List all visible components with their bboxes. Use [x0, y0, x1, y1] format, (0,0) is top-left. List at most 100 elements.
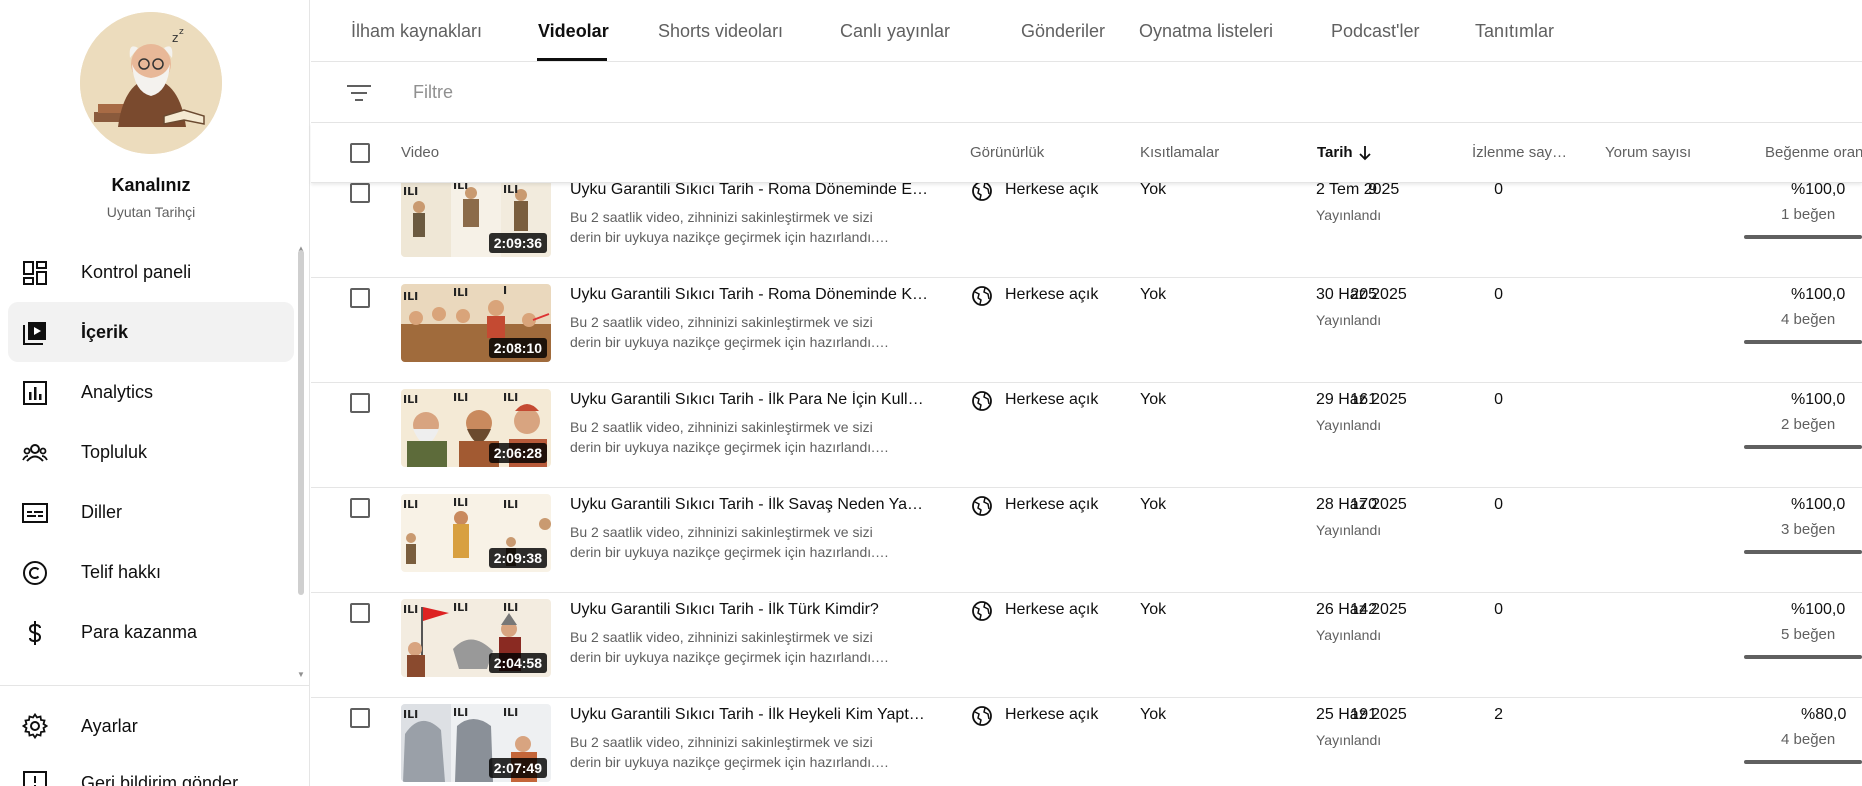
video-description: Bu 2 saatlik video, zihninizi sakinleşti…	[570, 522, 925, 562]
filter-icon[interactable]	[347, 82, 371, 104]
video-thumbnail[interactable]: ILI ILI ILI 2:09:36	[401, 183, 551, 257]
restrictions-value: Yok	[1140, 496, 1167, 513]
sidebar-item-monetization[interactable]: Para kazanma	[8, 602, 294, 662]
sidebar-scroll-down-icon[interactable]: ▼	[297, 670, 305, 679]
visibility-value[interactable]: Herkese açık	[1005, 496, 1098, 514]
feedback-label: Geri bildirim gönder	[81, 772, 239, 786]
video-title[interactable]: Uyku Garantili Sıkıcı Tarih - İlk Heykel…	[570, 706, 932, 724]
sidebar-item-community[interactable]: Topluluk	[8, 422, 294, 482]
sidebar-nav: Kontrol paneli İçerik Analytics Topluluk…	[0, 242, 302, 682]
like-count-value: 2 beğen	[1781, 416, 1836, 433]
tab-shorts[interactable]: Shorts videoları	[658, 21, 783, 42]
video-duration: 2:08:10	[488, 338, 547, 358]
row-checkbox[interactable]	[350, 183, 370, 203]
community-icon	[22, 444, 48, 462]
row-checkbox[interactable]	[350, 393, 370, 413]
visibility-value[interactable]: Herkese açık	[1005, 601, 1098, 619]
tab-podcasts[interactable]: Podcast'ler	[1331, 21, 1419, 42]
svg-text:ILI: ILI	[403, 393, 418, 406]
tab-playlists[interactable]: Oynatma listeleri	[1139, 21, 1273, 42]
sidebar-item-label: Kontrol paneli	[81, 261, 192, 282]
column-views[interactable]: İzlenme say…	[1472, 144, 1567, 161]
row-checkbox[interactable]	[350, 498, 370, 518]
like-ratio-value: %100,0	[1791, 286, 1846, 303]
video-title[interactable]: Uyku Garantili Sıkıcı Tarih - Roma Dönem…	[570, 183, 932, 199]
row-checkbox[interactable]	[350, 603, 370, 623]
video-description: Bu 2 saatlik video, zihninizi sakinleşti…	[570, 732, 925, 772]
column-date[interactable]: Tarih	[1317, 144, 1353, 161]
sidebar-item-languages[interactable]: Diller	[8, 482, 294, 542]
like-ratio-bar	[1744, 340, 1862, 344]
svg-text:ILI: ILI	[453, 183, 468, 192]
restrictions-value: Yok	[1140, 183, 1167, 198]
video-thumbnail[interactable]: ILI ILI ILI 2:06:28	[401, 389, 551, 467]
column-likes[interactable]: Beğenme oran	[1765, 144, 1862, 161]
views-value: 170	[1350, 496, 1377, 513]
video-duration: 2:04:58	[488, 653, 547, 673]
sidebar-item-settings[interactable]: Ayarlar	[8, 701, 302, 751]
sort-arrow-down-icon[interactable]	[1358, 145, 1372, 161]
restrictions-value: Yok	[1140, 706, 1167, 723]
sidebar-scrollbar[interactable]	[298, 250, 304, 595]
visibility-value[interactable]: Herkese açık	[1005, 391, 1098, 409]
tab-inspiration[interactable]: İlham kaynakları	[351, 21, 482, 42]
video-thumbnail[interactable]: ILI ILI I 2:08:10	[401, 284, 551, 362]
table-row[interactable]: ILI ILI I 2:08:10 Uyku Garantili Sıkıcı Ta…	[311, 278, 1862, 383]
select-all-checkbox[interactable]	[350, 143, 370, 163]
column-restrictions[interactable]: Kısıtlamalar	[1140, 144, 1219, 161]
sidebar-divider	[0, 685, 310, 686]
svg-text:ILI: ILI	[403, 185, 418, 198]
description-line: Bu 2 saatlik video, zihninizi sakinleşti…	[570, 734, 873, 750]
sidebar-item-content[interactable]: İçerik	[8, 302, 294, 362]
sidebar-item-analytics[interactable]: Analytics	[8, 362, 294, 422]
video-description: Bu 2 saatlik video, zihninizi sakinleşti…	[570, 417, 925, 457]
video-title[interactable]: Uyku Garantili Sıkıcı Tarih - Roma Dönem…	[570, 286, 932, 304]
tab-posts[interactable]: Gönderiler	[1021, 21, 1105, 42]
svg-text:ILI: ILI	[403, 708, 418, 721]
svg-text:ILI: ILI	[503, 498, 518, 511]
video-title[interactable]: Uyku Garantili Sıkıcı Tarih - İlk Para N…	[570, 391, 932, 409]
visibility-value[interactable]: Herkese açık	[1005, 286, 1098, 304]
table-row[interactable]: ILI ILI ILI 2:04:58 Uyku Garantili Sıkıcı …	[311, 593, 1862, 698]
video-thumbnail[interactable]: ILI ILI ILI 2:07:49	[401, 704, 551, 782]
tab-promotions[interactable]: Tanıtımlar	[1475, 21, 1554, 42]
video-table: ILI ILI ILI 2:09:36 Uyku Garantili Sıkıcı …	[311, 183, 1862, 786]
tab-videos[interactable]: Videolar	[538, 21, 609, 42]
svg-text:ILI: ILI	[503, 391, 518, 404]
video-title[interactable]: Uyku Garantili Sıkıcı Tarih - İlk Türk K…	[570, 601, 932, 619]
like-ratio-value: %100,0	[1791, 183, 1846, 198]
description-line: derin bir uykuya nazikçe geçirmek için h…	[570, 544, 890, 560]
visibility-value[interactable]: Herkese açık	[1005, 183, 1098, 199]
sidebar-item-dashboard[interactable]: Kontrol paneli	[8, 242, 294, 302]
sidebar-item-copyright[interactable]: Telif hakkı	[8, 542, 294, 602]
like-ratio-bar	[1744, 235, 1862, 239]
video-title[interactable]: Uyku Garantili Sıkıcı Tarih - İlk Savaş …	[570, 496, 932, 514]
table-row[interactable]: ILI ILI ILI 2:06:28 Uyku Garantili Sıkıcı …	[311, 383, 1862, 488]
table-row[interactable]: ILI ILI ILI 2:07:49 Uyku Garantili Sıkıcı …	[311, 698, 1862, 786]
description-line: Bu 2 saatlik video, zihninizi sakinleşti…	[570, 314, 873, 330]
sidebar-item-feedback[interactable]: Geri bildirim gönder	[8, 758, 302, 786]
sidebar-item-label: İçerik	[81, 321, 129, 342]
table-row[interactable]: ILI ILI ILI 2:09:38 Uyku Garantili Sıkıcı …	[311, 488, 1862, 593]
svg-text:ILI: ILI	[503, 183, 518, 196]
svg-text:I: I	[503, 284, 507, 297]
column-visibility[interactable]: Görünürlük	[970, 144, 1044, 161]
video-thumbnail[interactable]: ILI ILI ILI 2:04:58	[401, 599, 551, 677]
dashboard-icon	[23, 261, 47, 285]
tab-live[interactable]: Canlı yayınlar	[840, 21, 950, 42]
visibility-value[interactable]: Herkese açık	[1005, 706, 1098, 724]
filter-input[interactable]	[413, 74, 1013, 110]
like-ratio-bar	[1744, 655, 1862, 659]
svg-text:ILI: ILI	[403, 290, 418, 303]
channel-avatar[interactable]: z z	[80, 12, 222, 154]
like-ratio-value: %80,0	[1801, 706, 1847, 723]
video-thumbnail[interactable]: ILI ILI ILI 2:09:38	[401, 494, 551, 572]
row-checkbox[interactable]	[350, 708, 370, 728]
comments-value: 0	[1494, 601, 1503, 618]
settings-label: Ayarlar	[81, 715, 138, 736]
table-row[interactable]: ILI ILI ILI 2:09:36 Uyku Garantili Sıkıcı …	[311, 183, 1862, 278]
column-comments[interactable]: Yorum sayısı	[1605, 144, 1691, 161]
status-value: Yayınlandı	[1316, 207, 1382, 223]
row-checkbox[interactable]	[350, 288, 370, 308]
restrictions-value: Yok	[1140, 391, 1167, 408]
